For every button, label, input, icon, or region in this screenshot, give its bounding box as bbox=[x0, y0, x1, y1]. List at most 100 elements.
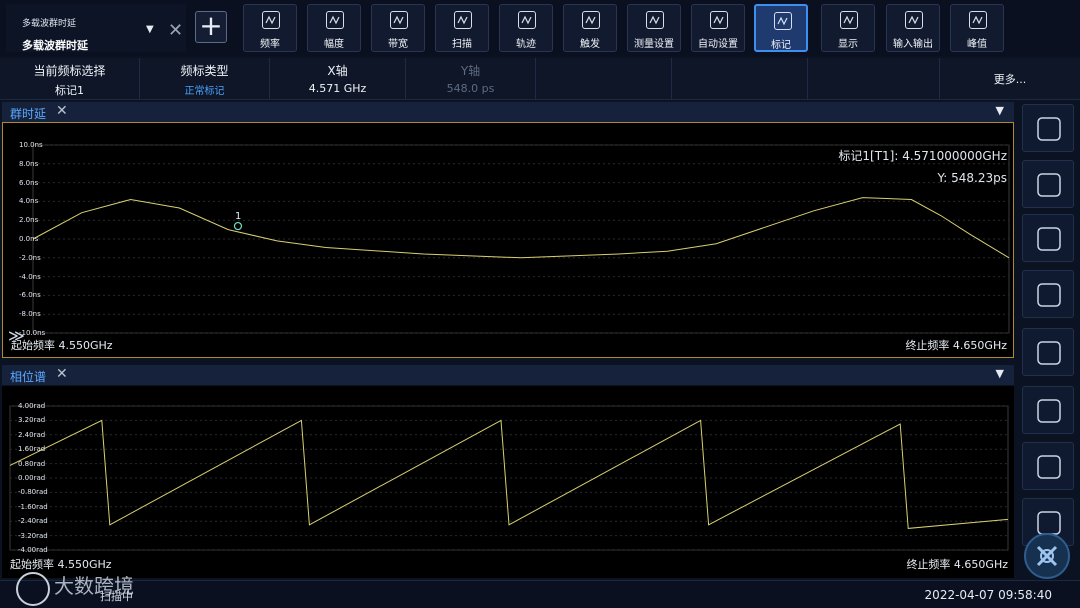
flag-icon bbox=[774, 12, 792, 30]
screen-button[interactable] bbox=[1022, 386, 1074, 434]
marker-select-cell[interactable]: 当前频标选择 标记1 bbox=[0, 58, 140, 100]
tools-icon[interactable] bbox=[1024, 533, 1070, 579]
expand-left-icon[interactable]: ≫ bbox=[8, 326, 25, 345]
y-tick-label: 0.0ns bbox=[19, 235, 39, 243]
right-sidebar bbox=[1018, 100, 1078, 578]
y-tick-label: -3.20rad bbox=[18, 531, 48, 540]
ruler-icon bbox=[646, 11, 664, 29]
peak-icon bbox=[969, 11, 987, 29]
marker-settings-bar: 当前频标选择 标记1 频标类型 正常标记 X轴 4.571 GHz Y轴 548… bbox=[0, 58, 1080, 100]
toolbar-button-auto[interactable]: 自动设置 bbox=[691, 4, 745, 52]
close-icon[interactable]: ✕ bbox=[168, 20, 183, 41]
y-tick-label: 2.40rad bbox=[18, 430, 46, 439]
start-frequency: 起始频率 4.550GHz bbox=[11, 339, 113, 352]
marker-type-cell[interactable]: 频标类型 正常标记 bbox=[140, 58, 270, 100]
marker-type-value: 正常标记 bbox=[184, 86, 225, 97]
waveform-icon bbox=[262, 11, 280, 29]
y-tick-label: 2.0ns bbox=[19, 216, 39, 225]
y-axis-value: 548.0 ps bbox=[446, 82, 495, 95]
chevron-down-icon[interactable]: ▼ bbox=[996, 104, 1004, 117]
y-tick-label: 4.00rad bbox=[18, 402, 46, 410]
screen-icon bbox=[1037, 399, 1061, 423]
close-icon[interactable]: ✕ bbox=[56, 366, 68, 382]
forward-icon bbox=[1037, 173, 1061, 197]
phase-title: 相位谱 bbox=[10, 370, 47, 384]
y-tick-label: -1.60rad bbox=[18, 502, 48, 511]
toolbar-label: 带宽 bbox=[388, 39, 408, 50]
toolbar-button-flag[interactable]: 标记 bbox=[754, 4, 808, 52]
y-tick-label: -2.40rad bbox=[18, 517, 48, 526]
trace-line bbox=[9, 419, 1009, 529]
refresh-icon bbox=[1037, 227, 1061, 251]
toolbar-button-waveform[interactable]: 频率 bbox=[243, 4, 297, 52]
y-tick-label: 0.00rad bbox=[18, 474, 46, 482]
marker-1-label: 1 bbox=[235, 211, 241, 222]
toolbar-button-peak[interactable]: 峰值 bbox=[950, 4, 1004, 52]
phase-panel-header[interactable]: 相位谱 ✕ ▼ bbox=[2, 365, 1014, 385]
group-delay-panel-header[interactable]: 群时延 ✕ ▼ bbox=[2, 102, 1014, 122]
eye-icon bbox=[840, 11, 858, 29]
print-button[interactable] bbox=[1022, 442, 1074, 490]
y-tick-label: -6.0ns bbox=[19, 291, 41, 300]
x-axis-value: 4.571 GHz bbox=[308, 82, 367, 95]
y-tick-label: 10.0ns bbox=[19, 141, 43, 149]
empty-cell-2 bbox=[672, 58, 808, 100]
x-axis-title: X轴 bbox=[327, 64, 348, 78]
group-delay-plot[interactable]: 1 10.0ns 8.0ns 6.0ns 4.0ns 2.0ns 0.0ns -2.0ns -… bbox=[2, 122, 1014, 358]
toolbar-label: 自动设置 bbox=[698, 39, 738, 50]
toolbar-button-bar-chart[interactable]: 幅度 bbox=[307, 4, 361, 52]
y-axis-title: Y轴 bbox=[460, 64, 481, 78]
save-button[interactable] bbox=[1022, 270, 1074, 318]
y-tick-label: -4.0ns bbox=[19, 272, 41, 281]
toolbar-label: 幅度 bbox=[324, 39, 344, 50]
toolbar-button-bandwidth[interactable]: 带宽 bbox=[371, 4, 425, 52]
watermark-text: 大数跨境 bbox=[54, 574, 134, 598]
top-toolbar: 多载波群时延 多载波群时延 ▼ ✕ + 频率 幅度 带宽 扫描 轨迹 触发 测量设置 自动设置… bbox=[0, 0, 1080, 56]
y-tick-label: -2.0ns bbox=[19, 253, 41, 262]
y-tick-label: 8.0ns bbox=[19, 159, 39, 168]
phase-chart bbox=[9, 405, 1009, 551]
more-button[interactable]: 更多... bbox=[940, 71, 1080, 87]
y-axis-cell: Y轴 548.0 ps bbox=[406, 58, 536, 100]
marker-select-value: 标记1 bbox=[55, 84, 84, 97]
print-icon bbox=[1037, 455, 1061, 479]
y-tick-label: 4.0ns bbox=[19, 197, 39, 206]
mode-selector[interactable]: 多载波群时延 多载波群时延 ▼ ✕ bbox=[6, 4, 186, 52]
more-cell[interactable]: 更多... bbox=[940, 58, 1080, 100]
toolbar-button-ruler[interactable]: 测量设置 bbox=[627, 4, 681, 52]
toolbar-button-sweep[interactable]: 扫描 bbox=[435, 4, 489, 52]
status-time: 2022-04-07 09:58:40 bbox=[924, 588, 1052, 602]
x-axis-cell[interactable]: X轴 4.571 GHz bbox=[270, 58, 406, 100]
close-icon[interactable]: ✕ bbox=[56, 103, 68, 119]
toolbar-label: 扫描 bbox=[452, 39, 472, 50]
toolbar-button-trace[interactable]: 轨迹 bbox=[499, 4, 553, 52]
trace-icon bbox=[518, 11, 536, 29]
toolbar-button-eye[interactable]: 显示 bbox=[821, 4, 875, 52]
watermark-logo-icon bbox=[16, 572, 50, 606]
sweep-icon bbox=[454, 11, 472, 29]
toolbar-label: 测量设置 bbox=[634, 39, 674, 50]
phase-plot[interactable]: 4.00rad 3.20rad 2.40rad 1.60rad 0.80rad 0.00r… bbox=[2, 386, 1014, 578]
toolbar-label: 显示 bbox=[838, 39, 858, 50]
folder-button[interactable] bbox=[1022, 328, 1074, 376]
toolbar-label: 触发 bbox=[580, 39, 600, 50]
scope-icon bbox=[1037, 117, 1061, 141]
toolbar-button-trigger[interactable]: 触发 bbox=[563, 4, 617, 52]
chevron-down-icon[interactable]: ▼ bbox=[146, 24, 154, 35]
y-tick-label: 6.0ns bbox=[19, 178, 39, 187]
trace-line bbox=[32, 197, 1010, 259]
plot-border bbox=[9, 405, 1009, 551]
save-icon bbox=[1037, 283, 1061, 307]
chevron-down-icon[interactable]: ▼ bbox=[996, 367, 1004, 380]
forward-button[interactable] bbox=[1022, 160, 1074, 208]
empty-cell-3 bbox=[808, 58, 940, 100]
bar-chart-icon bbox=[326, 11, 344, 29]
group-delay-title: 群时延 bbox=[10, 107, 47, 121]
add-mode-button[interactable]: + bbox=[195, 11, 227, 43]
refresh-button[interactable] bbox=[1022, 214, 1074, 262]
scope-button[interactable] bbox=[1022, 104, 1074, 152]
toolbar-button-io[interactable]: 输入输出 bbox=[886, 4, 940, 52]
y-tick-label: -4.00rad bbox=[18, 546, 48, 554]
stop-frequency: 终止频率 4.650GHz bbox=[905, 339, 1007, 352]
bandwidth-icon bbox=[390, 11, 408, 29]
